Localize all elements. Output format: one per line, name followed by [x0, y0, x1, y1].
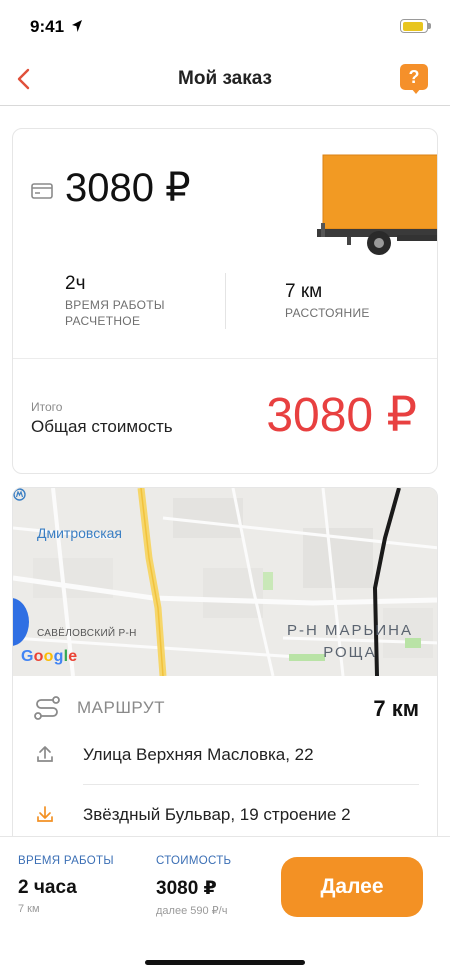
- nav-bar: Мой заказ ?: [0, 50, 450, 106]
- route-distance: 7 км: [373, 696, 419, 721]
- bottom-work-time: ВРЕМЯ РАБОТЫ 2 часа 7 км: [18, 855, 114, 915]
- map-label-district: Р-Н МАРЬИНА РОЩА: [287, 622, 413, 661]
- help-icon: ?: [400, 64, 428, 90]
- work-time-label: ВРЕМЯ РАБОТЫ РАСЧЕТНОЕ: [65, 298, 165, 328]
- work-time-distance: 7 км: [18, 903, 40, 915]
- stop-address: Улица Верхняя Масловка, 22: [83, 745, 314, 764]
- download-icon: [37, 806, 53, 822]
- order-summary-card: 3080 ₽ 2ч ВРЕМЯ РАБОТЫ РАСЧЕТНОЕ 7 км РА…: [12, 128, 438, 474]
- upload-icon: [37, 746, 53, 762]
- route-title: МАРШРУТ: [77, 698, 166, 717]
- work-time-label: ВРЕМЯ РАБОТЫ: [18, 855, 114, 867]
- divider: [13, 358, 437, 359]
- bottom-cost: СТОИМОСТЬ 3080 ₽ далее 590 ₽/ч: [156, 855, 231, 917]
- map-label-district: САВЁЛОВСКИЙ Р-Н: [37, 628, 137, 639]
- home-indicator: [145, 960, 305, 965]
- bottom-bar: ВРЕМЯ РАБОТЫ 2 часа 7 км СТОИМОСТЬ 3080 …: [0, 836, 450, 974]
- total-label: Общая стоимость: [31, 417, 173, 436]
- route-card: Дмитровская САВЁЛОВСКИЙ Р-Н Р-Н МАРЬИНА …: [12, 487, 438, 847]
- truck-image: [317, 154, 437, 255]
- google-logo: Google: [21, 648, 78, 665]
- status-time: 9:41: [30, 17, 65, 36]
- divider: [83, 784, 419, 785]
- location-arrow-icon: [72, 20, 82, 32]
- status-bar: 9:41: [0, 0, 450, 50]
- stat-divider: [225, 273, 226, 329]
- next-button[interactable]: Далее: [281, 857, 423, 917]
- battery-tip: [428, 23, 431, 29]
- cost-label: СТОИМОСТЬ: [156, 855, 232, 867]
- distance-label: РАССТОЯНИЕ: [285, 306, 370, 320]
- metro-icon: [13, 488, 26, 501]
- battery-icon: [400, 19, 428, 33]
- page-title: Мой заказ: [178, 68, 272, 89]
- cost-value: 3080 ₽: [156, 878, 217, 899]
- route-icon: [34, 696, 60, 720]
- stop-address: Звёздный Бульвар, 19 строение 2: [83, 805, 351, 824]
- order-price: 3080 ₽: [65, 166, 191, 210]
- total-caption: Итого: [31, 400, 63, 414]
- credit-card-icon: [31, 183, 53, 199]
- map-label-metro: Дмитровская: [37, 525, 122, 541]
- route-map[interactable]: Дмитровская САВЁЛОВСКИЙ Р-Н Р-Н МАРЬИНА …: [13, 488, 437, 676]
- total-price: 3080 ₽: [266, 389, 417, 442]
- route-stop-pickup[interactable]: Улица Верхняя Масловка, 22: [13, 730, 437, 780]
- cost-rate: далее 590 ₽/ч: [156, 905, 228, 917]
- route-stop-dropoff[interactable]: Звёздный Бульвар, 19 строение 2: [13, 790, 437, 840]
- distance-value: 7 км: [285, 281, 323, 302]
- work-time-value: 2ч: [65, 273, 86, 294]
- work-time-value: 2 часа: [18, 877, 77, 898]
- help-button[interactable]: ?: [400, 64, 428, 96]
